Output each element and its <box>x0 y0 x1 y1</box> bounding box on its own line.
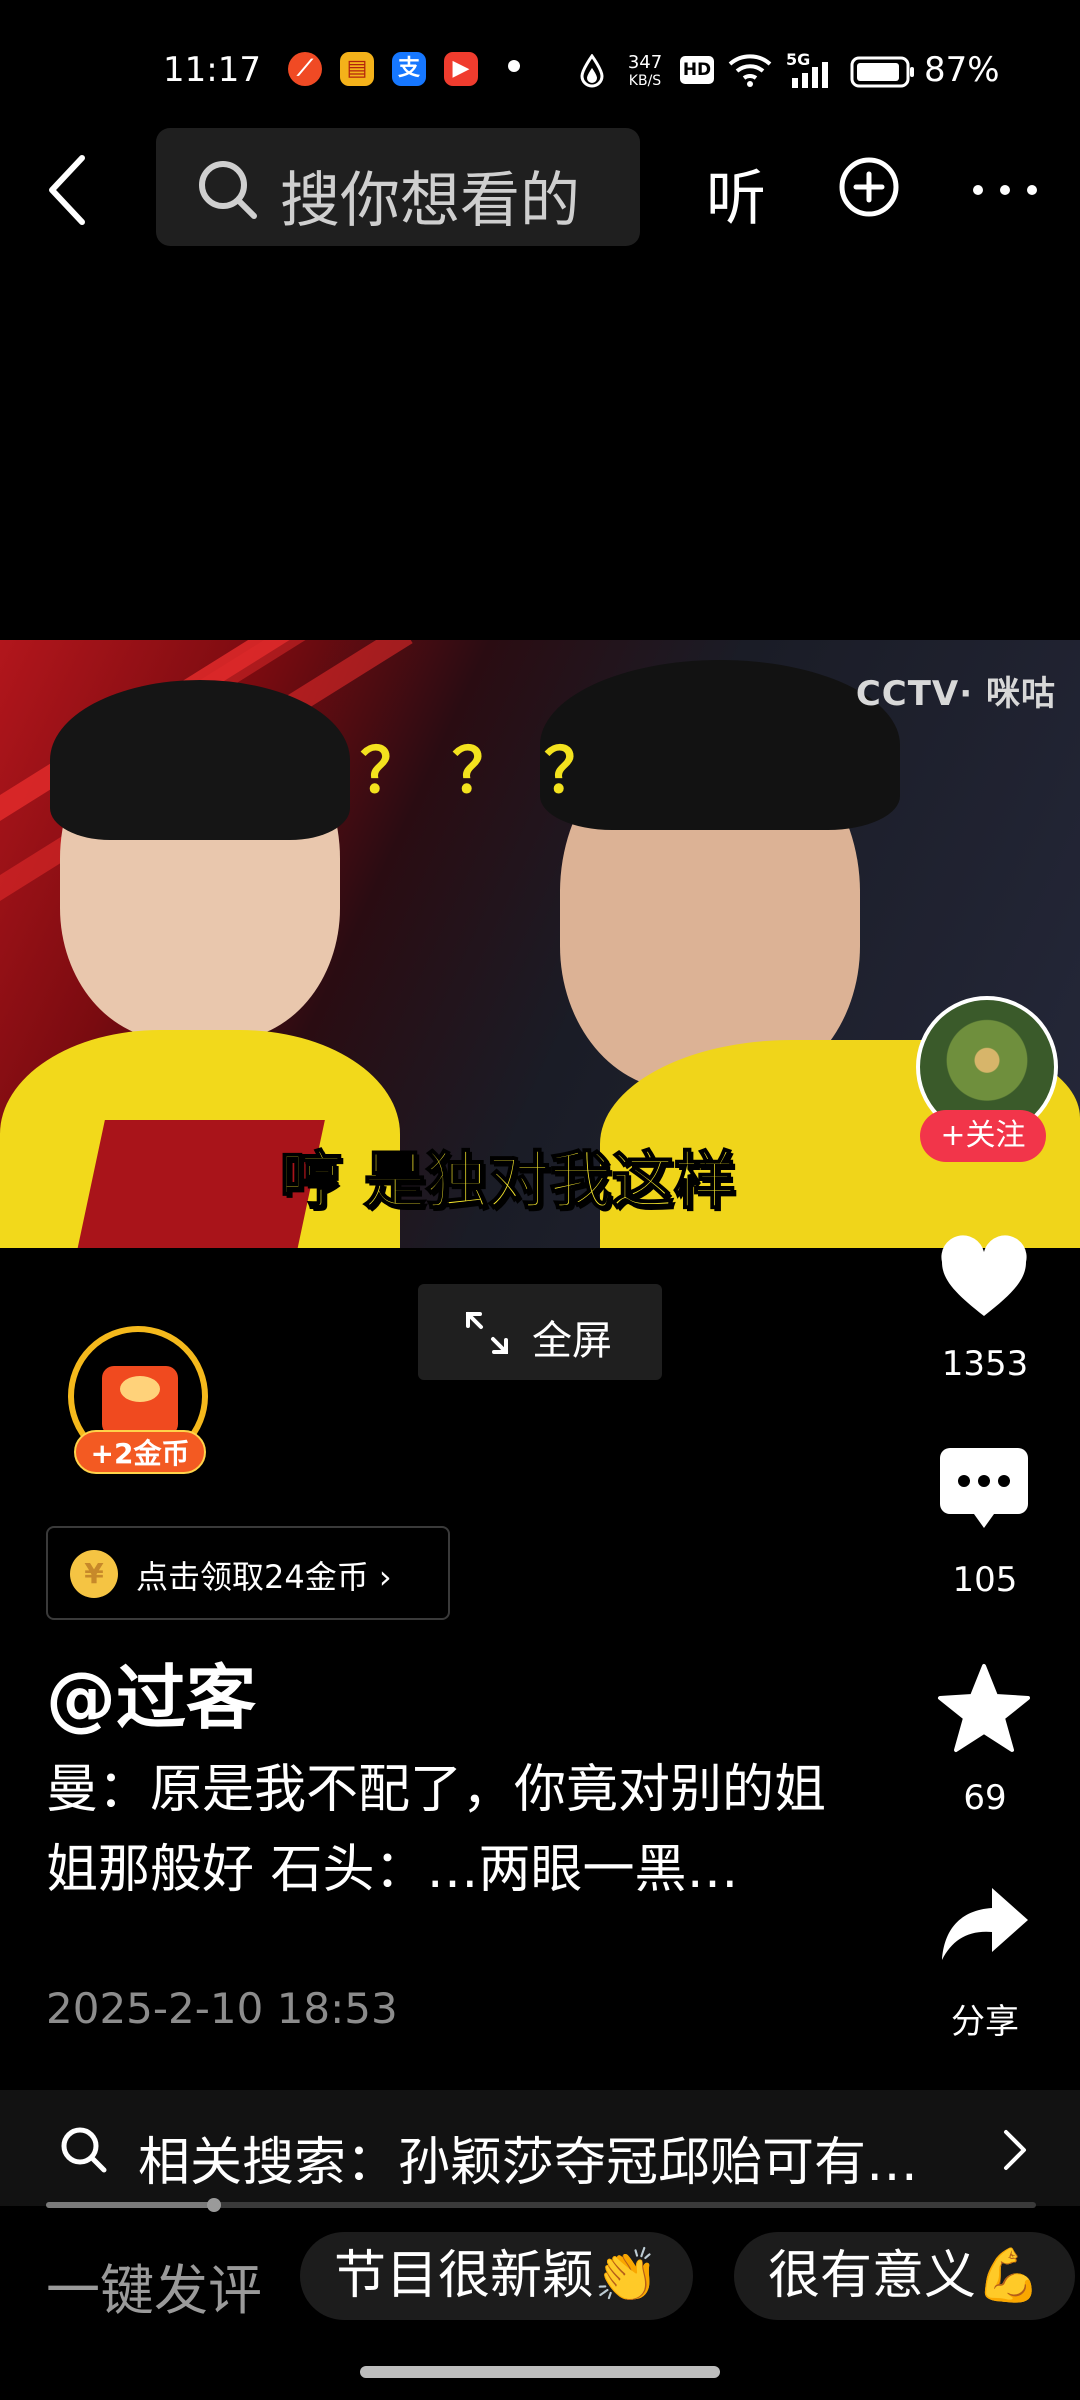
hd-icon: HD <box>680 56 714 84</box>
status-time: 11:17 <box>163 50 261 90</box>
fullscreen-label: 全屏 <box>532 1318 612 1364</box>
favorite-button[interactable] <box>936 1662 1032 1758</box>
app-notification-icon: ⟋ <box>288 52 322 86</box>
network-speed-value: 347 <box>627 52 663 73</box>
network-speed: 347 KB/S <box>625 54 665 90</box>
network-speed-unit: KB/S <box>628 73 662 89</box>
add-button[interactable] <box>838 156 900 218</box>
video-watermark: CCTV· 咪咕 <box>855 674 1056 714</box>
quick-comment-chip[interactable]: 很有意义💪 <box>734 2232 1075 2320</box>
battery-percentage: 87% <box>924 50 1000 90</box>
data-saver-icon <box>580 54 604 88</box>
video-progress-fill <box>46 2202 215 2208</box>
red-envelope-icon <box>102 1366 178 1436</box>
home-indicator[interactable] <box>360 2366 720 2378</box>
coin-reward-badge: +2金币 <box>74 1430 206 1474</box>
coin-icon: ¥ <box>70 1550 118 1598</box>
fullscreen-button[interactable]: 全屏 <box>418 1284 662 1380</box>
video-app-notification-icon: ▶ <box>444 52 478 86</box>
favorite-count: 69 <box>963 1778 1007 1818</box>
search-placeholder: 搜你想看的 <box>280 166 580 236</box>
more-notifications-dot <box>508 60 520 72</box>
alipay-notification-icon: 支 <box>392 52 426 86</box>
author-name[interactable]: @过客 <box>46 1642 256 1743</box>
like-button[interactable] <box>936 1230 1032 1326</box>
comment-button[interactable] <box>936 1440 1032 1536</box>
battery-icon <box>850 56 914 88</box>
related-search-bar[interactable]: 相关搜索：孙颖莎夺冠邱贻可有… <box>0 2090 1080 2206</box>
video-question-marks: ？？？ <box>360 734 637 807</box>
comment-count: 105 <box>952 1560 1018 1600</box>
share-button[interactable] <box>936 1880 1032 1976</box>
video-progress-bar[interactable] <box>46 2198 1036 2212</box>
video-progress-handle[interactable] <box>207 2198 222 2212</box>
post-timestamp: 2025-2-10 18:53 <box>46 1984 398 2033</box>
related-search-text: 相关搜索：孙颖莎夺冠邱贻可有… <box>138 2133 919 2193</box>
listen-button[interactable]: 听 <box>706 150 766 237</box>
post-description[interactable]: 曼：原是我不配了，你竟对别的姐姐那般好 石头：…两眼一黑… <box>46 1750 826 1910</box>
claim-coins-button[interactable]: ¥ 点击领取24金币 › <box>46 1526 450 1620</box>
expand-icon <box>466 1312 508 1354</box>
person-left-hair <box>50 680 350 840</box>
cellular-signal-icon <box>792 62 828 88</box>
more-options-button[interactable] <box>968 160 1042 220</box>
search-icon <box>199 161 257 219</box>
search-icon <box>61 2127 107 2173</box>
video-subtitle: 哼 是独对我这样 <box>279 1143 737 1218</box>
claim-coins-label: 点击领取24金币 › <box>136 1558 392 1596</box>
share-label[interactable]: 分享 <box>900 1994 1070 2043</box>
quick-comment-chip[interactable]: 节目很新颖👏 <box>300 2232 693 2320</box>
chevron-right-icon <box>1004 2130 1026 2170</box>
status-bar: 11:17 ⟋ ▤ 支 ▶ 347 KB/S HD 5G 87% <box>0 0 1080 140</box>
back-button[interactable] <box>38 150 98 230</box>
like-count: 1353 <box>941 1344 1029 1384</box>
follow-button[interactable]: +关注 <box>920 1110 1046 1162</box>
wifi-icon <box>728 54 772 87</box>
coin-reward-widget[interactable]: +2金币 <box>64 1326 216 1478</box>
app-notification-icon: ▤ <box>340 52 374 86</box>
search-input[interactable]: 搜你想看的 <box>156 128 640 246</box>
video-player[interactable]: CCTV· 咪咕 ？？？ 哼 是独对我这样 <box>0 640 1080 1248</box>
quick-comment-label: 一键发评 <box>46 2259 262 2322</box>
